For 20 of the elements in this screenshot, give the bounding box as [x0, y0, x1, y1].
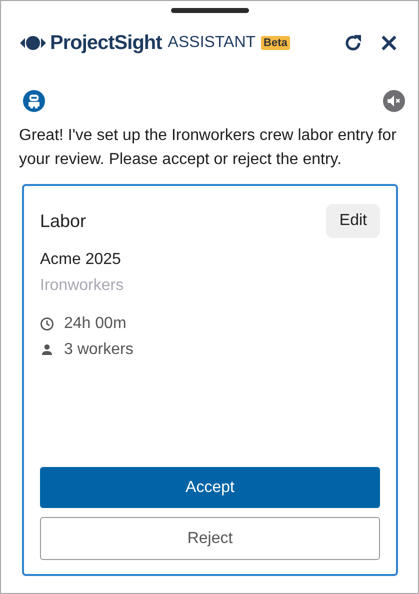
- assistant-message: Great! I've set up the Ironworkers crew labor entry for your review. Please accept or reject the entry.: [19, 126, 398, 170]
- eye-logo-icon: [20, 35, 46, 51]
- person-icon: [40, 343, 54, 357]
- close-icon[interactable]: [380, 34, 398, 52]
- reject-button[interactable]: Reject: [40, 517, 380, 560]
- clock-icon: [40, 317, 54, 331]
- brand-name: ProjectSight: [50, 32, 162, 54]
- refresh-icon[interactable]: [343, 33, 363, 53]
- robot-icon: [23, 90, 45, 112]
- crew-name: Ironworkers: [40, 277, 125, 295]
- detail-text: 24h 00m: [64, 315, 126, 333]
- mute-icon[interactable]: [383, 90, 405, 112]
- edit-button[interactable]: Edit: [326, 204, 380, 238]
- beta-badge: Beta: [260, 36, 290, 50]
- drag-handle[interactable]: [170, 8, 248, 13]
- product-name: ASSISTANT: [168, 34, 256, 52]
- detail-text: 3 workers: [64, 341, 134, 359]
- project-name: Acme 2025: [40, 251, 122, 269]
- card-title: Labor: [40, 210, 86, 232]
- accept-button[interactable]: Accept: [40, 467, 380, 508]
